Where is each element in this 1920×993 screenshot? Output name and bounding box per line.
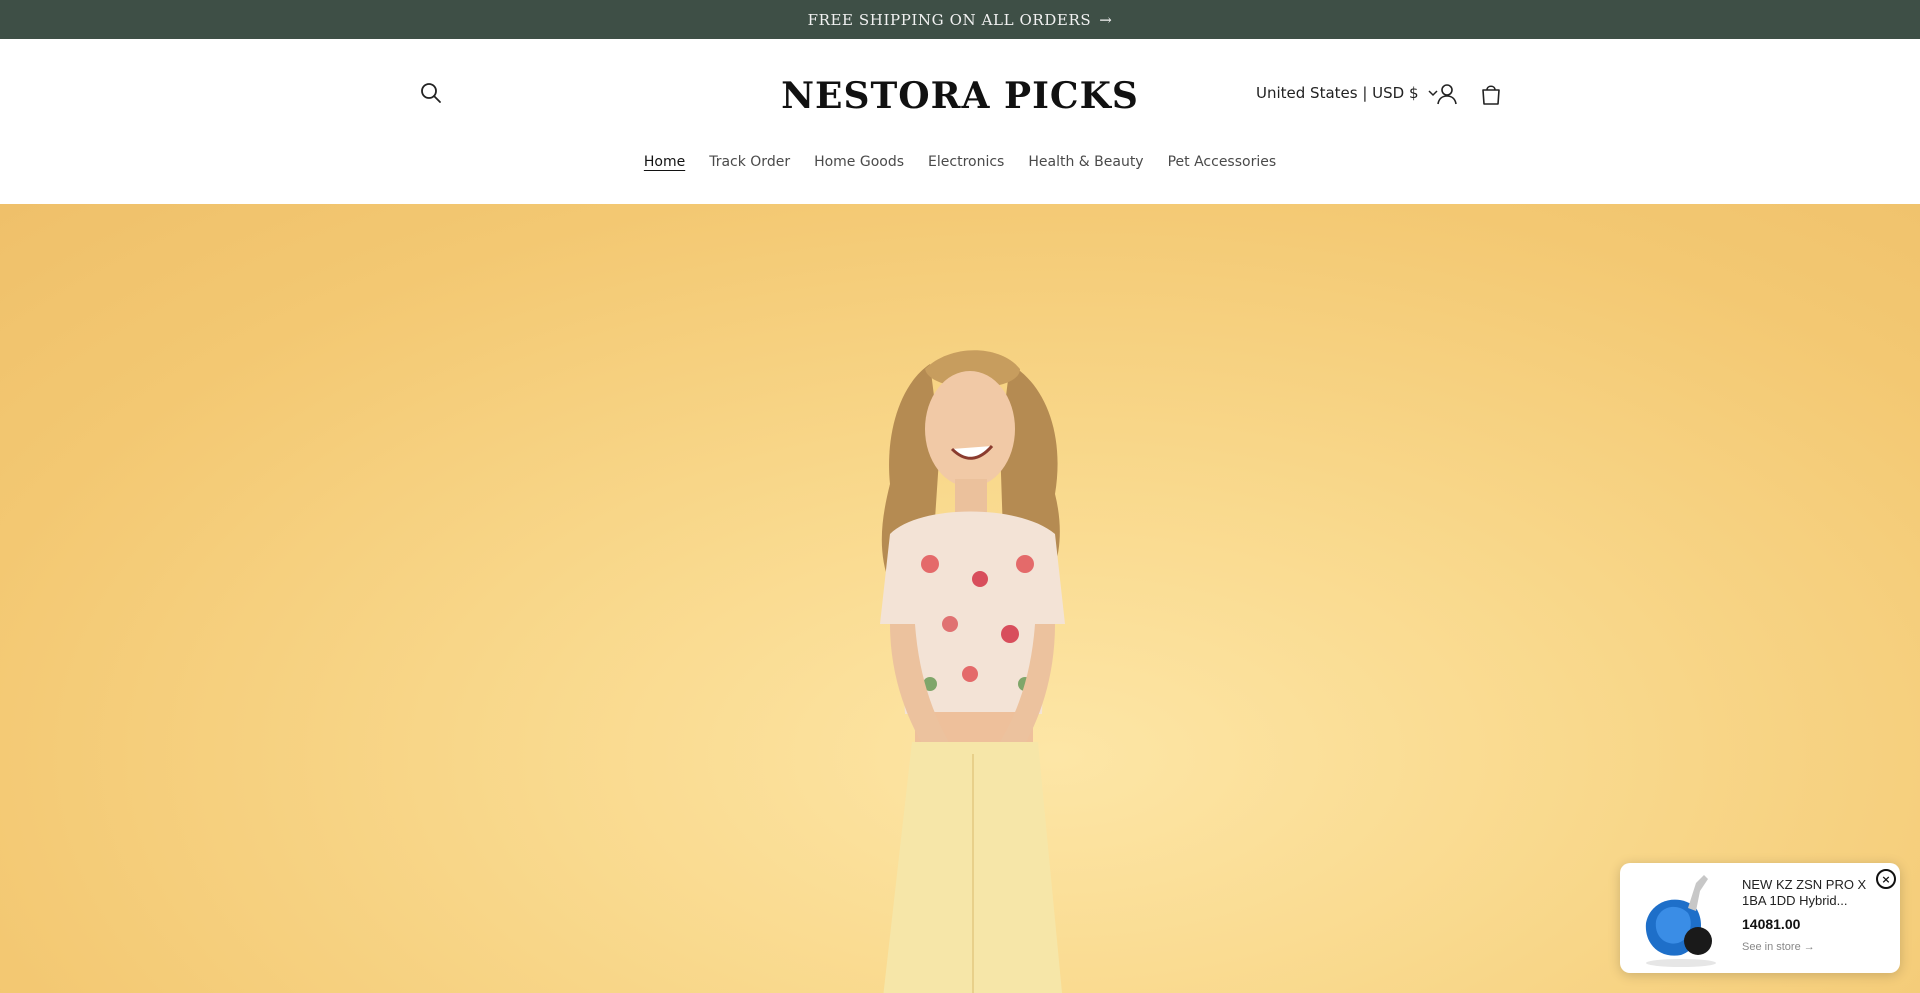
nav-item-pet-accessories[interactable]: Pet Accessories <box>1156 154 1289 170</box>
nav-item-home-goods[interactable]: Home Goods <box>802 154 916 170</box>
site-logo[interactable]: NESTORA PICKS <box>0 75 1920 117</box>
product-popup[interactable]: NEW KZ ZSN PRO X 1BA 1DD Hybrid... 14081… <box>1620 863 1900 973</box>
announcement-text[interactable]: FREE SHIPPING ON ALL ORDERS <box>808 11 1092 29</box>
arrow-right-icon: → <box>1099 10 1113 29</box>
nav-item-track-order[interactable]: Track Order <box>697 154 802 170</box>
product-title[interactable]: NEW KZ ZSN PRO X 1BA 1DD Hybrid... <box>1742 877 1872 909</box>
account-button[interactable] <box>1434 81 1460 107</box>
announcement-bar[interactable]: FREE SHIPPING ON ALL ORDERS → <box>0 0 1920 39</box>
nav-item-health-beauty[interactable]: Health & Beauty <box>1016 154 1155 170</box>
main-nav: Home Track Order Home Goods Electronics … <box>0 154 1920 170</box>
product-thumbnail[interactable] <box>1626 863 1736 973</box>
see-in-store-link[interactable]: See in store → <box>1742 941 1815 953</box>
hero-image <box>880 350 1065 993</box>
site-header: NESTORA PICKS United States | USD $ Home… <box>0 39 1920 204</box>
nav-item-home[interactable]: Home <box>632 154 697 170</box>
product-price: 14081.00 <box>1742 916 1801 932</box>
cart-icon <box>1482 85 1500 105</box>
country-selector[interactable]: United States | USD $ <box>1256 84 1439 102</box>
close-icon[interactable]: × <box>1876 869 1896 889</box>
cart-button[interactable] <box>1478 81 1504 107</box>
nav-item-electronics[interactable]: Electronics <box>916 154 1016 170</box>
country-selector-label: United States | USD $ <box>1256 84 1419 102</box>
account-icon <box>1437 84 1457 105</box>
